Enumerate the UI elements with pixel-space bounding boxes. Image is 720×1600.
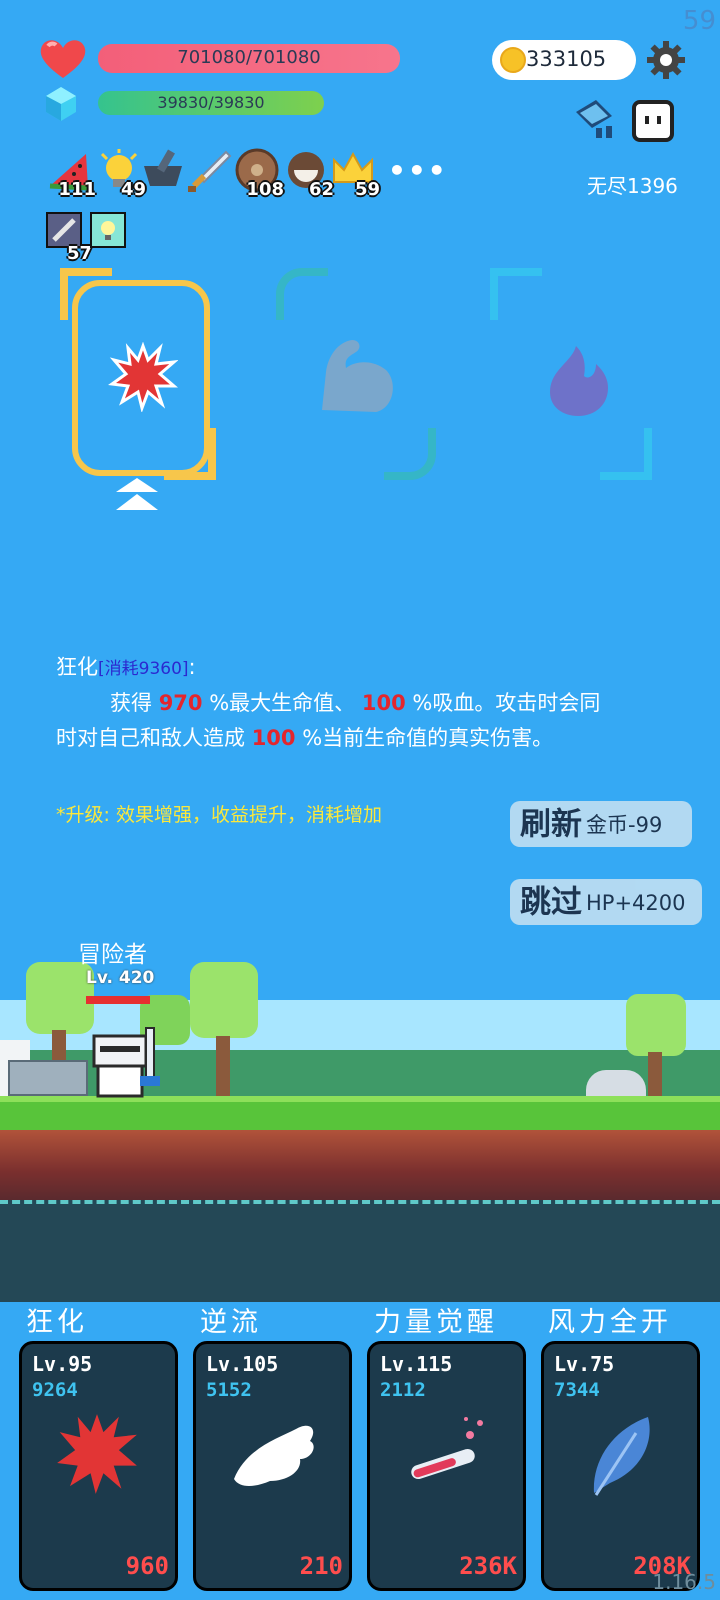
skill-card[interactable]: Lv.105 5152 210 (193, 1341, 352, 1591)
card-corner-bottom-right (384, 428, 436, 480)
sword-icon[interactable] (186, 148, 232, 194)
skill-description: 获得 970 %最大生命值、 100 %吸血。攻击时会同 时对自己和敌人造成 1… (56, 691, 601, 750)
heart-icon (40, 40, 86, 78)
coin-icon (500, 47, 526, 73)
gear-icon[interactable] (646, 40, 686, 80)
splat-icon (57, 1414, 137, 1494)
tree (26, 962, 94, 1034)
lightbulb-icon[interactable]: 49 (96, 148, 146, 200)
fps-counter: 59 (682, 6, 716, 36)
coin-counter: 333105 (492, 40, 636, 80)
flame-icon[interactable] (544, 344, 614, 418)
wing-icon (234, 1425, 314, 1486)
selected-arrow-icon (116, 478, 158, 510)
endless-mode-label: 无尽1396 (587, 174, 678, 198)
more-items-button[interactable]: ••• (388, 154, 448, 187)
choice-card-selected[interactable] (72, 280, 210, 476)
skill-title-4: 风力全开 (548, 1307, 672, 1338)
tree (626, 994, 686, 1056)
version-label: 1.16.5 (652, 1570, 716, 1594)
sword-card-icon[interactable]: 57 (46, 212, 92, 264)
skill-card[interactable]: Lv.115 2112 236K (367, 1341, 526, 1591)
skip-button[interactable]: 跳过 HP+4200 (510, 879, 702, 925)
card-corner-top-left (276, 268, 328, 320)
hero-hp-bar (86, 996, 150, 1004)
dirt (0, 1130, 720, 1200)
tree-trunk (216, 1036, 230, 1096)
mp-bar: 39830/39830 (98, 91, 324, 115)
rock (586, 1070, 646, 1096)
hp-bar: 701080/701080 (98, 44, 400, 73)
skill-card[interactable]: Lv.95 9264 960 (19, 1341, 178, 1591)
refresh-button[interactable]: 刷新 金币-99 (510, 801, 692, 847)
shield-icon[interactable]: 108 (234, 148, 284, 200)
crown-icon[interactable]: 59 (330, 148, 380, 200)
ghost-icon[interactable] (630, 98, 676, 144)
potion-icon (411, 1417, 483, 1480)
coin-amount: 333105 (526, 47, 607, 71)
splat-icon (108, 342, 178, 412)
skill-title-2: 逆流 (200, 1307, 262, 1338)
hero-name: 冒险者 (78, 942, 147, 968)
tree (190, 962, 258, 1038)
card-corner-top-left (490, 268, 542, 320)
muscle-icon[interactable] (316, 336, 400, 416)
crystal-icon (46, 87, 76, 121)
skill-title-1: 狂化 (26, 1307, 88, 1338)
skill-cost: [消耗9360] (98, 659, 189, 679)
hero-level: Lv. 420 (86, 968, 155, 988)
knight-hero[interactable] (88, 1026, 166, 1100)
coconut-icon[interactable]: 62 (284, 148, 334, 200)
watermelon-icon[interactable]: 111 (46, 148, 96, 200)
skill-card[interactable]: Lv.75 7344 208K (541, 1341, 700, 1591)
tree-trunk (648, 1052, 662, 1096)
fence (8, 1060, 88, 1096)
skill-title-3: 力量觉醒 (374, 1307, 498, 1338)
water (0, 1200, 720, 1302)
bulb-card-icon[interactable] (90, 212, 136, 258)
upgrade-tip: *升级: 效果增强，收益提升，消耗增加 (56, 804, 382, 826)
skill-description-title: 狂化[消耗9360]: (56, 655, 196, 679)
mortar-icon[interactable] (140, 148, 186, 194)
feather-icon (593, 1417, 650, 1496)
card-corner-bottom-right (600, 428, 652, 480)
speed-icon[interactable] (572, 98, 628, 142)
